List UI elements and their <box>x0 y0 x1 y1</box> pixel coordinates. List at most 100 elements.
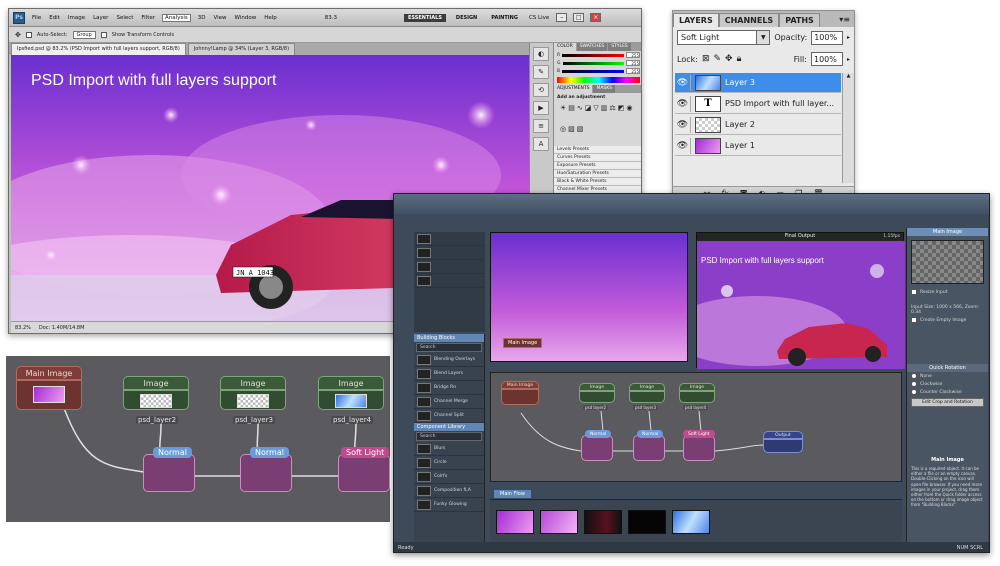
library-item[interactable]: Blend Layers <box>414 367 484 381</box>
bw-icon[interactable]: ◩ <box>618 104 625 123</box>
status-zoom[interactable]: 83.2% <box>15 325 31 331</box>
preset-levels[interactable]: Levels Presets <box>554 146 641 154</box>
tab-adjustments[interactable]: ADJUSTMENTS <box>554 85 593 93</box>
library-search-input[interactable]: Search <box>416 432 482 441</box>
lock-move-icon[interactable]: ✥ <box>725 54 733 64</box>
layer-row-text[interactable]: 👁︎ T PSD Import with full layer... <box>675 94 841 114</box>
graph-image-node[interactable] <box>629 391 665 403</box>
blend-mode-select[interactable]: Soft Light ▼ <box>677 30 771 45</box>
eye-icon[interactable]: 👁︎ <box>675 95 691 112</box>
mixer-icon[interactable]: ◎ <box>560 125 566 144</box>
red-slider[interactable]: R 255 <box>554 51 641 59</box>
chevron-right-icon[interactable]: ▸ <box>847 56 850 63</box>
library-search-input[interactable]: Search <box>416 343 482 352</box>
main-image-node-header[interactable]: Main Image <box>16 366 82 380</box>
image-node-header[interactable]: Image <box>123 376 189 390</box>
color-spectrum[interactable] <box>557 77 640 83</box>
menu-image[interactable]: Image <box>67 15 86 21</box>
menu-file[interactable]: File <box>31 15 42 21</box>
blue-slider[interactable]: B 255 <box>554 67 641 75</box>
tab-color[interactable]: COLOR <box>554 43 576 51</box>
green-slider[interactable]: G 255 <box>554 59 641 67</box>
move-tool-icon[interactable]: ✥ <box>15 31 21 39</box>
vibrance-icon[interactable]: ▽ <box>593 104 598 123</box>
graph-main-node[interactable] <box>501 389 539 405</box>
layers-scrollbar[interactable]: ▲ <box>842 73 854 183</box>
lib-item-desaturate[interactable] <box>414 274 485 288</box>
library-item[interactable]: Funky Glowing <box>414 498 484 512</box>
menu-3d[interactable]: 3D <box>197 15 207 21</box>
doc-tab-2[interactable]: Johnny!Lamp @ 34% (Layer 3, RGB/8) <box>187 43 296 55</box>
library-item[interactable]: Circle <box>414 456 484 470</box>
lib-item-curves[interactable] <box>414 260 485 274</box>
graph-blend-node[interactable] <box>683 435 715 461</box>
lib-item-brightness[interactable] <box>414 232 485 246</box>
blend-node[interactable] <box>338 454 390 492</box>
lib-item-color-boost[interactable] <box>414 246 485 260</box>
flow-thumbnail[interactable] <box>672 510 710 534</box>
tab-styles[interactable]: STYLES <box>608 43 631 51</box>
main-image-node[interactable] <box>16 380 82 410</box>
menu-window[interactable]: Window <box>234 15 258 21</box>
brush-panel-icon[interactable]: ✎ <box>533 65 549 79</box>
menu-help[interactable]: Help <box>263 15 278 21</box>
preset-exposure[interactable]: Exposure Presets <box>554 162 641 170</box>
graph-blend-node[interactable] <box>581 435 613 461</box>
image-node[interactable] <box>318 390 384 410</box>
create-empty-option[interactable]: Create Empty Image <box>907 316 988 324</box>
transform-controls-checkbox[interactable] <box>100 31 107 38</box>
source-preview[interactable]: Main Image <box>490 232 688 362</box>
graph-image-node[interactable] <box>579 391 615 403</box>
close-button[interactable]: × <box>590 13 602 22</box>
flow-thumbnail[interactable] <box>496 510 534 534</box>
library-item[interactable]: Blurs <box>414 442 484 456</box>
blend-node[interactable] <box>240 454 292 492</box>
actions-panel-icon[interactable]: ▶ <box>533 101 549 115</box>
graph-main-node-header[interactable]: Main Image <box>501 381 539 389</box>
auto-select-dropdown[interactable]: Group <box>72 30 96 39</box>
balance-icon[interactable]: ⚖ <box>609 104 615 123</box>
layer-row-layer-2[interactable]: 👁︎ Layer 2 <box>675 115 841 135</box>
color-panel-icon[interactable]: ◐ <box>533 47 549 61</box>
lock-brush-icon[interactable]: ✎ <box>713 54 721 64</box>
maximize-button[interactable]: □ <box>573 13 585 22</box>
history-panel-icon[interactable]: ⟲ <box>533 83 549 97</box>
flow-thumbnail[interactable] <box>628 510 666 534</box>
gradient-map-icon[interactable]: ▧ <box>577 125 584 144</box>
output-node-header[interactable]: Output <box>763 431 803 439</box>
library-item[interactable]: Channel Split <box>414 409 484 423</box>
auto-select-checkbox[interactable] <box>25 31 32 38</box>
menu-filter[interactable]: Filter <box>140 15 156 21</box>
graph-image-node-header[interactable]: Image <box>629 383 665 391</box>
fill-input[interactable]: 100% <box>810 52 843 66</box>
menu-view[interactable]: View <box>212 15 227 21</box>
library-item[interactable]: Colrfx <box>414 470 484 484</box>
tab-swatches[interactable]: SWATCHES <box>576 43 608 51</box>
eye-icon[interactable]: 👁︎ <box>675 74 691 91</box>
image-node-header[interactable]: Image <box>220 376 286 390</box>
graph-blend-node[interactable] <box>633 435 665 461</box>
library-item[interactable]: Channel Merge <box>414 395 484 409</box>
text-panel-icon[interactable]: A <box>533 137 549 151</box>
preset-curves[interactable]: Curves Presets <box>554 154 641 162</box>
image-node[interactable] <box>123 390 189 410</box>
photo-filter-icon[interactable]: ◉ <box>626 104 632 123</box>
image-node-header[interactable]: Image <box>318 376 384 390</box>
lock-all-icon[interactable]: 🔒︎ <box>737 54 742 64</box>
graph-image-node[interactable] <box>679 391 715 403</box>
minimize-button[interactable]: – <box>556 13 568 22</box>
tab-layers[interactable]: LAYERS <box>673 13 719 27</box>
rotation-none[interactable]: None <box>907 372 988 380</box>
final-output-preview[interactable]: Final Output 1.15fps PSD Import with ful… <box>696 232 905 369</box>
layers-panel-icon[interactable]: ≡ <box>533 119 549 133</box>
eye-icon[interactable]: 👁︎ <box>675 137 691 154</box>
panel-menu-icon[interactable]: ▾≡ <box>839 15 854 27</box>
zoom-level[interactable]: 83.3 <box>324 15 338 21</box>
hue-icon[interactable]: ▥ <box>601 104 608 123</box>
levels-icon[interactable]: ▤ <box>568 104 575 123</box>
output-node[interactable] <box>763 439 803 453</box>
workspace-painting[interactable]: PAINTING <box>487 14 522 22</box>
cs-live-button[interactable]: CS Live <box>528 15 550 21</box>
preset-hue[interactable]: Hue/Saturation Presets <box>554 170 641 178</box>
resize-input-option[interactable]: Resize Input <box>907 288 988 296</box>
